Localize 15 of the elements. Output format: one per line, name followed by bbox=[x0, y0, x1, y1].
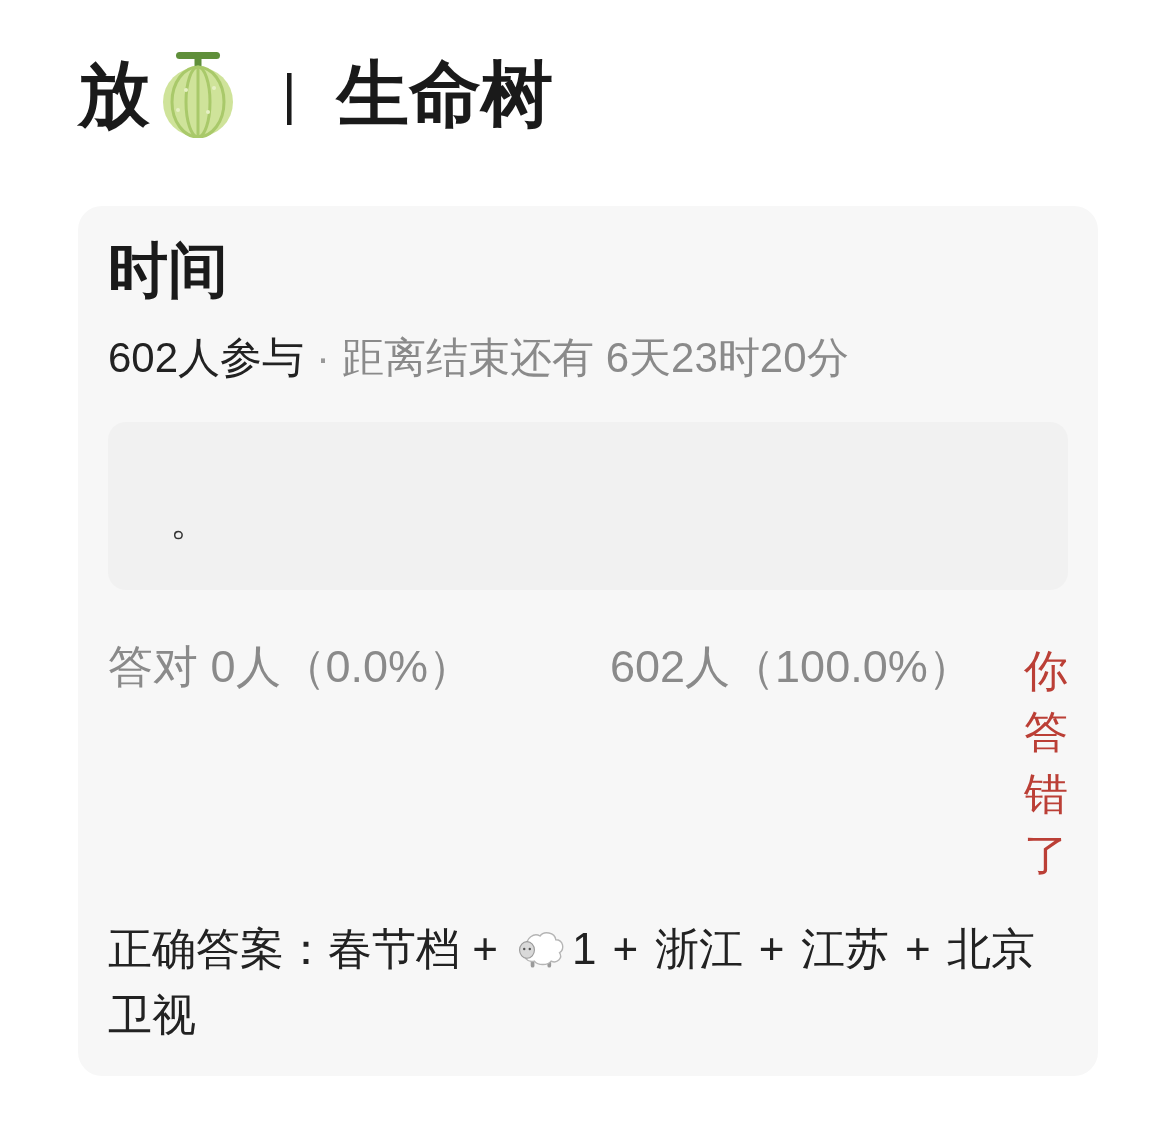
separator-dot: · bbox=[316, 333, 331, 383]
question-title: 时间 bbox=[108, 236, 229, 305]
solution-text: 春节档 + bbox=[328, 922, 498, 975]
participants-count: 602人参与 bbox=[108, 333, 305, 383]
title-text: 放 bbox=[78, 52, 150, 136]
solution-text: 1 + 浙江 + 江苏 + 北京 bbox=[571, 922, 1035, 975]
solution-text: 卫视 bbox=[108, 988, 196, 1041]
verdict-text: 你答错了 bbox=[1024, 644, 1068, 882]
user-answer-text: 。 bbox=[170, 497, 210, 545]
correct-stat: 答对 0人（0.0%） bbox=[108, 639, 475, 694]
solution-label: 正确答案： bbox=[108, 922, 328, 975]
separator-text: | bbox=[282, 61, 297, 128]
wrong-stat: 602人（100.0%） bbox=[610, 639, 974, 694]
deadline-text: 距离结束还有 6天23时20分 bbox=[342, 333, 849, 383]
title-text: 生命树 bbox=[336, 52, 553, 136]
